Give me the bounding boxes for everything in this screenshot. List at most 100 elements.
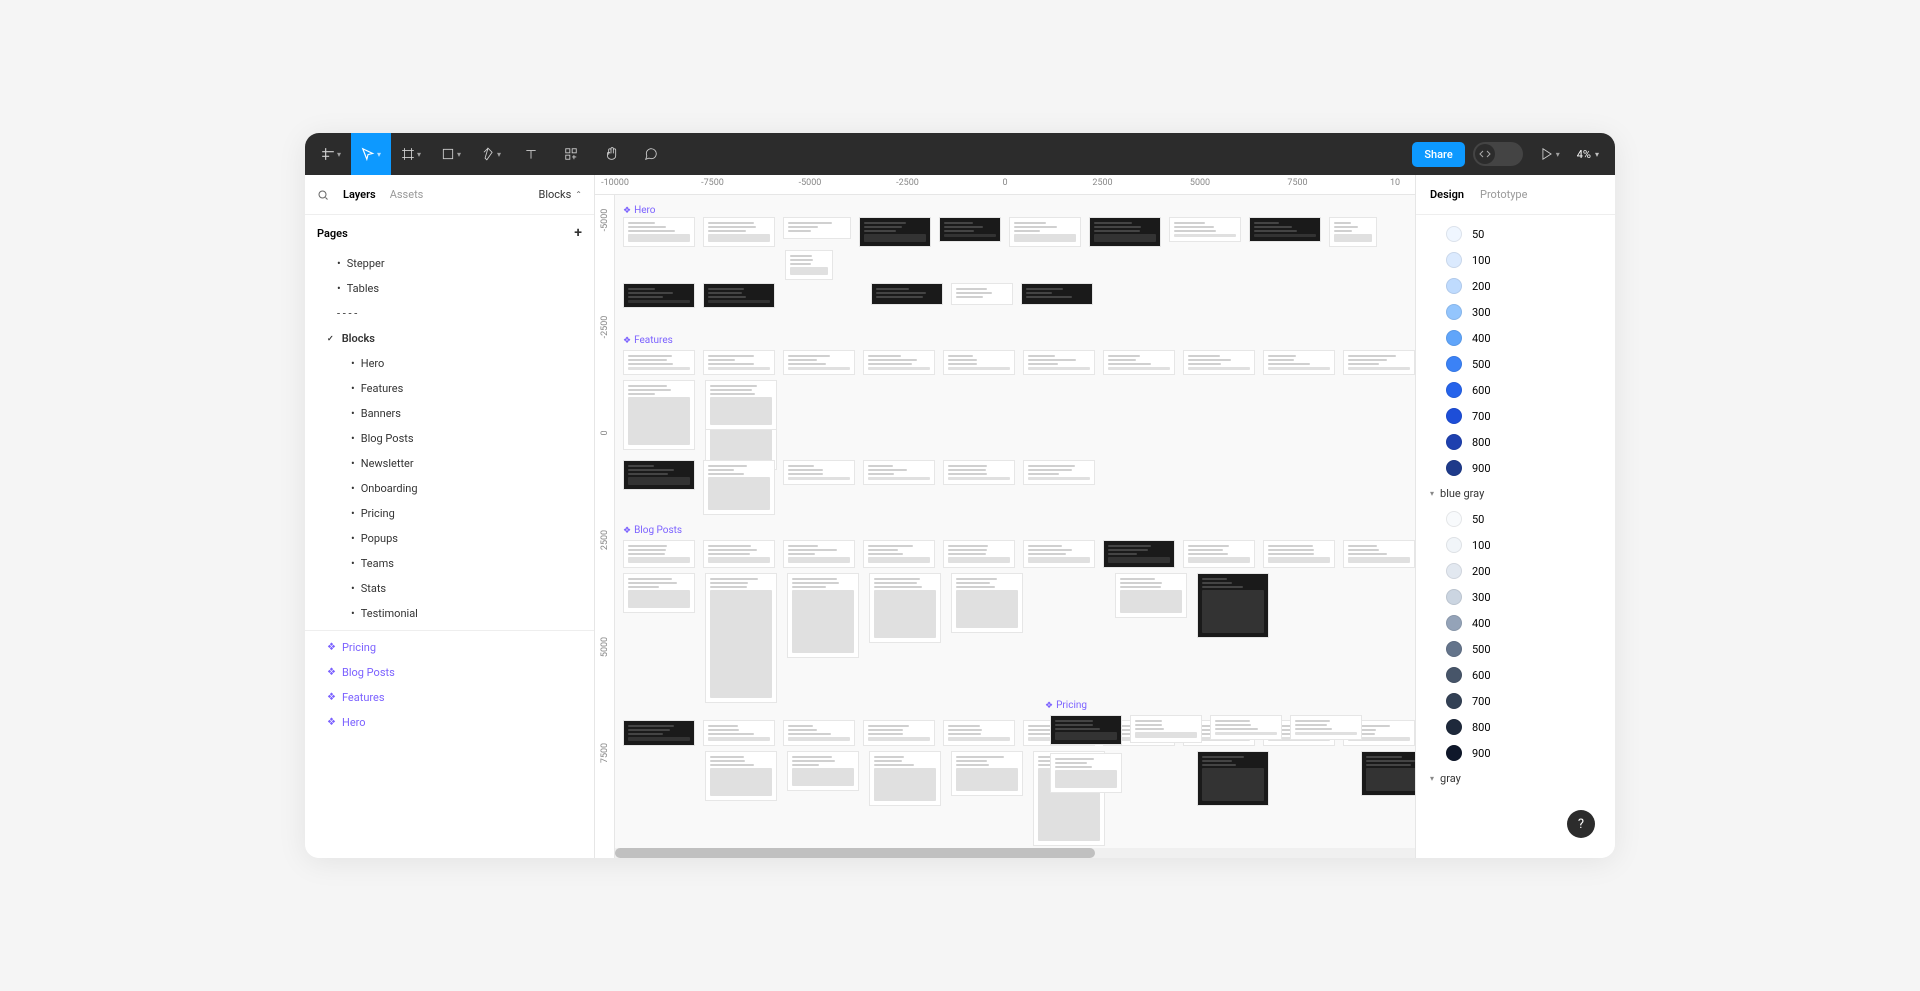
color-swatch-800[interactable]: 800 [1416, 714, 1615, 740]
tab-assets[interactable]: Assets [390, 188, 424, 201]
frame-thumbnail[interactable] [1103, 540, 1175, 568]
frame-thumbnail[interactable] [623, 540, 695, 568]
frame-thumbnail[interactable] [1343, 350, 1415, 375]
frame-thumbnail[interactable] [785, 250, 833, 280]
page-item-stats[interactable]: •Stats [305, 576, 594, 601]
resources-button[interactable] [551, 133, 591, 175]
frame-thumbnail[interactable] [1197, 573, 1269, 638]
color-swatch-50[interactable]: 50 [1416, 221, 1615, 247]
page-item-newsletter[interactable]: •Newsletter [305, 451, 594, 476]
frame-thumbnail[interactable] [859, 217, 931, 247]
frame-thumbnail[interactable] [943, 460, 1015, 485]
frame-thumbnail[interactable] [1263, 540, 1335, 568]
page-item-teams[interactable]: •Teams [305, 551, 594, 576]
color-swatch-800[interactable]: 800 [1416, 429, 1615, 455]
frame-thumbnail[interactable] [783, 460, 855, 485]
section-label-blog-posts[interactable]: ❖Blog Posts [623, 525, 682, 536]
color-swatch-700[interactable]: 700 [1416, 403, 1615, 429]
frame-thumbnail[interactable] [951, 283, 1013, 305]
tab-layers[interactable]: Layers [343, 188, 376, 201]
hand-tool-button[interactable] [591, 133, 631, 175]
color-swatch-500[interactable]: 500 [1416, 636, 1615, 662]
page-item[interactable]: •Stepper [305, 251, 594, 276]
frame-thumbnail[interactable] [943, 350, 1015, 375]
frame-thumbnail[interactable] [863, 460, 935, 485]
frame-thumbnail[interactable] [703, 540, 775, 568]
frame-thumbnail[interactable] [705, 380, 777, 430]
frame-thumbnail[interactable] [783, 350, 855, 375]
tab-design[interactable]: Design [1430, 188, 1464, 201]
share-button[interactable]: Share [1412, 142, 1464, 167]
color-swatch-700[interactable]: 700 [1416, 688, 1615, 714]
comment-tool-button[interactable] [631, 133, 671, 175]
frame-thumbnail[interactable] [623, 460, 695, 490]
frame-thumbnail[interactable] [871, 283, 943, 305]
frame-thumbnail[interactable] [863, 720, 935, 746]
frame-thumbnail[interactable] [703, 217, 775, 247]
color-styles-list[interactable]: 50100200300400500600700800900▾blue gray5… [1416, 215, 1615, 858]
frame-thumbnail[interactable] [1290, 715, 1362, 740]
section-label-features[interactable]: ❖Features [623, 335, 673, 346]
frame-thumbnail[interactable] [1183, 540, 1255, 568]
frame-thumbnail[interactable] [623, 217, 695, 247]
frame-thumbnail[interactable] [1103, 350, 1175, 375]
frame-thumbnail[interactable] [1115, 573, 1187, 618]
horizontal-scrollbar[interactable] [615, 848, 1415, 858]
color-swatch-200[interactable]: 200 [1416, 558, 1615, 584]
component-pricing[interactable]: ❖Pricing [305, 635, 594, 660]
color-swatch-600[interactable]: 600 [1416, 377, 1615, 403]
frame-thumbnail[interactable] [1263, 350, 1335, 375]
frame-thumbnail[interactable] [623, 720, 695, 746]
page-item[interactable]: - - - - [305, 301, 594, 326]
color-swatch-100[interactable]: 100 [1416, 532, 1615, 558]
page-item-testimonial[interactable]: •Testimonial [305, 601, 594, 626]
frame-thumbnail[interactable] [1130, 715, 1202, 743]
frame-thumbnail[interactable] [787, 573, 859, 658]
scrollbar-thumb[interactable] [615, 848, 1095, 858]
section-label-hero[interactable]: ❖Hero [623, 205, 656, 216]
color-group-gray[interactable]: ▾gray [1416, 766, 1615, 791]
page-item[interactable]: •Tables [305, 276, 594, 301]
color-swatch-400[interactable]: 400 [1416, 610, 1615, 636]
frame-thumbnail[interactable] [787, 751, 859, 791]
frame-thumbnail[interactable] [951, 573, 1023, 633]
move-tool-button[interactable]: ▾ [351, 133, 391, 175]
frame-thumbnail[interactable] [943, 720, 1015, 746]
frame-thumbnail[interactable] [1023, 460, 1095, 485]
canvas-viewport[interactable]: ❖Hero❖Features❖Blog Posts❖Pricing [595, 195, 1415, 858]
frame-thumbnail[interactable] [623, 350, 695, 375]
color-swatch-200[interactable]: 200 [1416, 273, 1615, 299]
frame-thumbnail[interactable] [1249, 217, 1321, 242]
frame-thumbnail[interactable] [1023, 540, 1095, 568]
dev-mode-toggle[interactable] [1473, 142, 1523, 166]
help-button[interactable]: ? [1567, 810, 1595, 838]
color-swatch-300[interactable]: 300 [1416, 584, 1615, 610]
frame-thumbnail[interactable] [705, 573, 777, 703]
component-blog-posts[interactable]: ❖Blog Posts [305, 660, 594, 685]
frame-thumbnail[interactable] [783, 217, 851, 239]
component-hero[interactable]: ❖Hero [305, 710, 594, 735]
frame-tool-button[interactable]: ▾ [391, 133, 431, 175]
color-swatch-500[interactable]: 500 [1416, 351, 1615, 377]
color-swatch-100[interactable]: 100 [1416, 247, 1615, 273]
page-item-popups[interactable]: •Popups [305, 526, 594, 551]
frame-thumbnail[interactable] [943, 540, 1015, 568]
tab-prototype[interactable]: Prototype [1480, 188, 1527, 201]
frame-thumbnail[interactable] [1023, 350, 1095, 375]
page-item-hero[interactable]: •Hero [305, 351, 594, 376]
add-page-button[interactable]: + [574, 225, 582, 241]
frame-thumbnail[interactable] [869, 751, 941, 806]
frame-thumbnail[interactable] [783, 540, 855, 568]
color-swatch-600[interactable]: 600 [1416, 662, 1615, 688]
frame-thumbnail[interactable] [1329, 217, 1377, 247]
pen-tool-button[interactable]: ▾ [471, 133, 511, 175]
frame-thumbnail[interactable] [703, 350, 775, 375]
shape-tool-button[interactable]: ▾ [431, 133, 471, 175]
frame-thumbnail[interactable] [623, 573, 695, 613]
color-swatch-900[interactable]: 900 [1416, 740, 1615, 766]
frame-thumbnail[interactable] [1021, 283, 1093, 305]
text-tool-button[interactable] [511, 133, 551, 175]
page-item-blog-posts[interactable]: •Blog Posts [305, 426, 594, 451]
color-group-blue-gray[interactable]: ▾blue gray [1416, 481, 1615, 506]
search-icon[interactable] [317, 189, 329, 201]
